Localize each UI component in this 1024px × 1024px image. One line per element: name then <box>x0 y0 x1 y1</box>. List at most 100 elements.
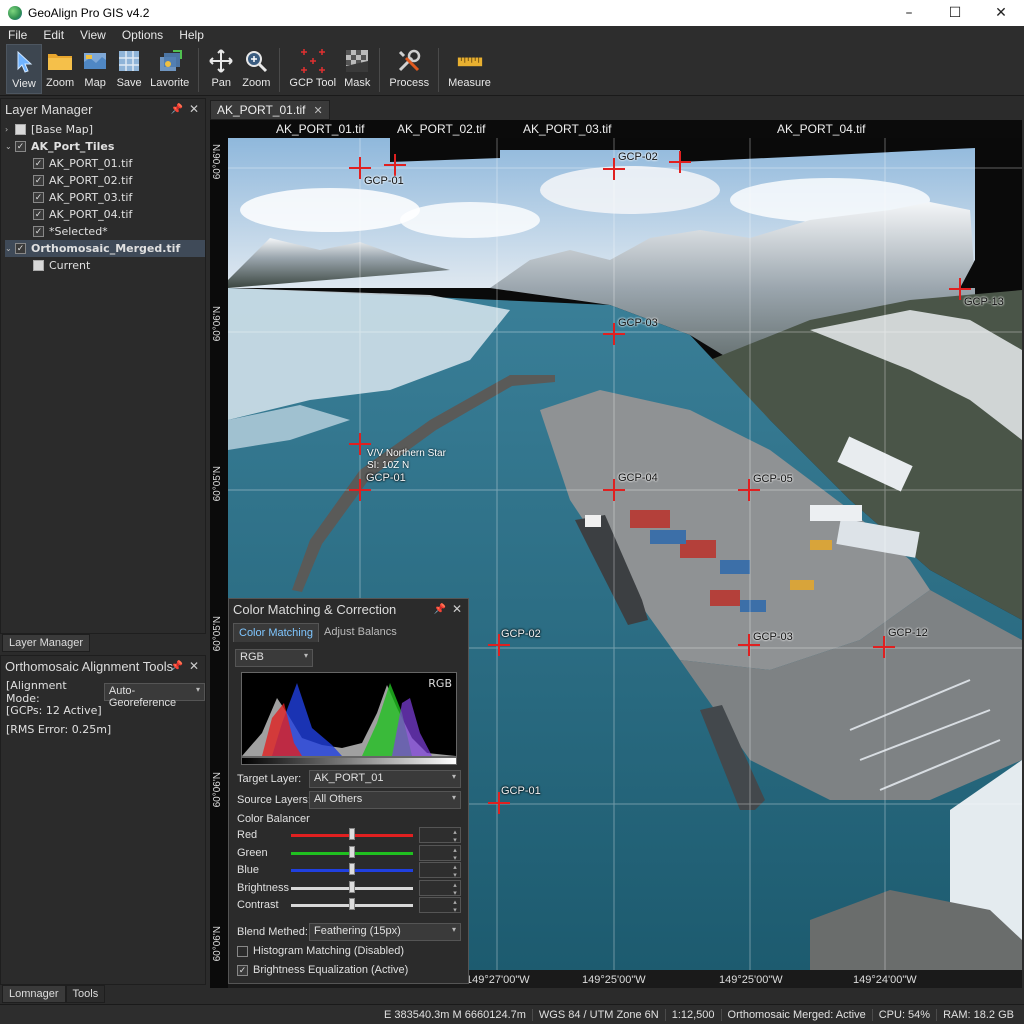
layer-selected[interactable]: ✓ *Selected* <box>5 223 205 240</box>
menu-help[interactable]: Help <box>171 28 212 42</box>
blue-label: Blue <box>237 864 260 876</box>
map-button[interactable]: Map <box>78 44 112 94</box>
pin-icon[interactable]: 📌 <box>434 604 446 615</box>
layer-ak-port-02[interactable]: ✓ AK_PORT_02.tif <box>5 172 205 189</box>
blend-method-select[interactable]: Feathering (15px) ▾ <box>309 923 461 941</box>
gcp-label: GCP-13 <box>964 296 1004 308</box>
close-tab-icon[interactable]: ✕ <box>314 105 323 117</box>
tab-tools[interactable]: Tools <box>65 985 106 1003</box>
menu-file[interactable]: File <box>0 28 35 42</box>
tab-layer-manager-short[interactable]: Lomnager <box>2 985 66 1003</box>
gcp-marker[interactable] <box>873 636 895 658</box>
blue-spinbox[interactable] <box>419 862 461 879</box>
tile-label-04: AK_PORT_04.tif <box>777 122 866 136</box>
menu-options[interactable]: Options <box>114 28 171 42</box>
left-ruler <box>210 120 228 988</box>
blue-slider-knob[interactable] <box>349 863 355 875</box>
histogram-matching-option[interactable]: Histogram Matching (Disabled) <box>237 945 404 957</box>
red-slider-knob[interactable] <box>349 828 355 840</box>
cursor-arrow-icon <box>11 49 37 75</box>
color-matching-panel: Color Matching & Correction 📌 ✕ Color Ma… <box>228 598 469 984</box>
target-layer-label: Target Layer: <box>237 773 302 785</box>
layer-checkbox[interactable]: ✓ <box>33 175 44 186</box>
collapse-arrow-icon[interactable]: ⌄ <box>5 244 15 253</box>
source-layers-select[interactable]: All Others ▾ <box>309 791 461 809</box>
layer-ak-port-04[interactable]: ✓ AK_PORT_04.tif <box>5 206 205 223</box>
tab-adjust-balance[interactable]: Adjust Balancs <box>319 623 402 642</box>
close-panel-icon[interactable]: ✕ <box>189 102 199 116</box>
layer-manager-title: Layer Manager <box>5 101 93 117</box>
histogram-label: RGB <box>428 677 452 690</box>
layer-checkbox[interactable]: ✓ <box>15 141 26 152</box>
histogram-matching-checkbox[interactable] <box>237 945 248 957</box>
zoom-button[interactable]: Zoom <box>238 44 274 94</box>
green-slider-knob[interactable] <box>349 846 355 858</box>
view-tool-button[interactable]: View <box>6 44 42 94</box>
brightness-slider-knob[interactable] <box>349 881 355 893</box>
target-layer-select[interactable]: AK_PORT_01 ▾ <box>309 770 461 788</box>
crs-indicator[interactable]: WGS 84 / UTM Zone 6N <box>531 1008 665 1021</box>
lon-label: 149°27'00"W <box>466 974 530 986</box>
dropdown-arrow-icon: ▾ <box>451 772 456 781</box>
layer-manager-panel: Layer Manager 📌 ✕ › [Base Map] ⌄ ✓ AK_Po… <box>0 98 206 634</box>
maximize-button[interactable]: ☐ <box>932 0 978 26</box>
tab-layer-manager[interactable]: Layer Manager <box>2 634 90 652</box>
save-button[interactable]: Save <box>112 44 146 94</box>
minimize-button[interactable]: – <box>886 0 932 26</box>
document-tab[interactable]: AK_PORT_01.tif ✕ <box>210 100 330 120</box>
layer-checkbox[interactable]: ✓ <box>15 243 26 254</box>
alignment-tools-panel: Orthomosaic Alignment Tools 📌 ✕ [Alignme… <box>0 655 206 985</box>
lat-label: 60°06'N <box>212 144 223 180</box>
gcp-label: GCP-02 <box>618 151 658 163</box>
brightness-equalization-option[interactable]: ✓ Brightness Equalization (Active) <box>237 964 408 976</box>
alignment-mode-select[interactable]: Auto-Georeference ▾ <box>103 683 205 709</box>
tab-color-matching[interactable]: Color Matching <box>233 623 319 642</box>
layer-checkbox[interactable]: ✓ <box>33 158 44 169</box>
layer-checkbox[interactable] <box>15 124 26 135</box>
blend-method-label: Blend Methed: <box>237 926 308 938</box>
brightness-spinbox[interactable] <box>419 880 461 897</box>
layer-checkbox[interactable] <box>33 260 44 271</box>
mask-button[interactable]: Mask <box>340 44 374 94</box>
active-layer-status: Orthomosaic Merged: Active <box>720 1008 872 1021</box>
pan-button[interactable]: Pan <box>204 44 238 94</box>
menu-edit[interactable]: Edit <box>35 28 72 42</box>
layer-ak-port-03[interactable]: ✓ AK_PORT_03.tif <box>5 189 205 206</box>
contrast-spinbox[interactable] <box>419 897 461 914</box>
layer-ak-port-01[interactable]: ✓ AK_PORT_01.tif <box>5 155 205 172</box>
gcp-marker[interactable] <box>669 151 691 173</box>
ruler-icon <box>457 48 483 74</box>
pin-icon[interactable]: 📌 <box>171 104 183 115</box>
histogram-gradient <box>241 757 457 765</box>
measure-button[interactable]: Measure <box>444 44 495 94</box>
close-button[interactable]: ✕ <box>978 0 1024 26</box>
collapse-arrow-icon[interactable]: ⌄ <box>5 142 15 151</box>
brightness-equalization-checkbox[interactable]: ✓ <box>237 964 248 976</box>
map-scale[interactable]: 1:12,500 <box>664 1008 721 1021</box>
gcp-tool-button[interactable]: GCP Tool <box>285 44 340 94</box>
zoom-folder-button[interactable]: Zoom <box>42 44 78 94</box>
layer-group-ak-port-tiles[interactable]: ⌄ ✓ AK_Port_Tiles <box>5 138 205 155</box>
gcp-marker[interactable] <box>384 154 406 176</box>
pin-icon[interactable]: 📌 <box>171 661 183 672</box>
process-button[interactable]: Process <box>385 44 433 94</box>
close-panel-icon[interactable]: ✕ <box>452 602 462 616</box>
layer-checkbox[interactable]: ✓ <box>33 209 44 220</box>
layer-checkbox[interactable]: ✓ <box>33 226 44 237</box>
close-panel-icon[interactable]: ✕ <box>189 659 199 673</box>
layer-manager-tabstrip: Layer Manager <box>2 634 90 652</box>
green-spinbox[interactable] <box>419 845 461 862</box>
layer-current[interactable]: Current <box>5 257 205 274</box>
channel-select[interactable]: RGB ▾ <box>235 649 313 667</box>
layer-orthomosaic-merged[interactable]: ⌄ ✓ Orthomosaic_Merged.tif <box>5 240 205 257</box>
favorite-button[interactable]: Lavorite <box>146 44 193 94</box>
red-spinbox[interactable] <box>419 827 461 844</box>
window-title: GeoAlign Pro GIS v4.2 <box>28 6 150 20</box>
alignment-mode-label: [Alignment Mode: <box>6 679 67 705</box>
layer-checkbox[interactable]: ✓ <box>33 192 44 203</box>
dropdown-arrow-icon: ▾ <box>451 793 456 802</box>
layer-base-map[interactable]: › [Base Map] <box>5 121 205 138</box>
contrast-slider-knob[interactable] <box>349 898 355 910</box>
menu-view[interactable]: View <box>72 28 114 42</box>
expand-arrow-icon[interactable]: › <box>5 125 15 134</box>
